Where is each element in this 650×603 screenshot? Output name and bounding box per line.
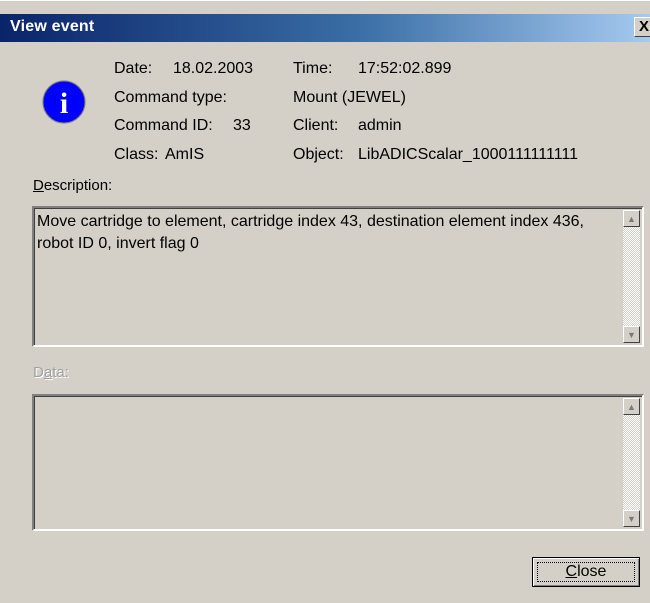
time-label: Time:: [293, 60, 333, 77]
command-id-label: Command ID:: [114, 117, 213, 134]
close-button-label: Close: [565, 563, 607, 580]
scroll-up-arrow-icon[interactable]: ▲: [623, 210, 640, 227]
scroll-down-arrow-icon[interactable]: ▼: [623, 326, 640, 343]
scroll-up-arrow-icon[interactable]: ▲: [623, 398, 640, 415]
command-id-value: 33: [233, 117, 251, 134]
scroll-down-arrow-icon[interactable]: ▼: [623, 510, 640, 527]
time-value: 17:52:02.899: [358, 60, 452, 77]
object-value: LibADICScalar_1000111111111: [358, 146, 579, 163]
object-label: Object:: [293, 146, 344, 163]
info-icon: i: [42, 80, 86, 124]
date-label: Date:: [114, 60, 153, 77]
client-value: admin: [358, 117, 402, 134]
class-value: AmIS: [165, 146, 205, 163]
client-label: Client:: [293, 117, 339, 134]
date-value: 18.02.2003: [173, 60, 254, 77]
data-textbox[interactable]: ▲ ▼: [32, 394, 644, 531]
close-window-button[interactable]: X: [634, 17, 650, 37]
view-event-dialog: View event X i Date: 18.02.2003 Command …: [0, 0, 650, 603]
data-label: Data:: [33, 364, 69, 381]
description-textbox[interactable]: Move cartridge to element, cartridge ind…: [32, 206, 644, 347]
window-title: View event: [10, 18, 95, 35]
data-scrollbar[interactable]: ▲ ▼: [623, 398, 640, 527]
command-type-value: Mount (JEWEL): [293, 89, 406, 106]
command-type-label: Command type:: [114, 89, 227, 106]
title-bar[interactable]: View event X: [0, 14, 650, 42]
class-label: Class:: [114, 146, 159, 163]
description-scrollbar[interactable]: ▲ ▼: [623, 210, 640, 343]
description-label: Description:: [33, 177, 113, 194]
info-glyph: i: [60, 87, 68, 120]
description-text: Move cartridge to element, cartridge ind…: [37, 213, 584, 252]
close-button[interactable]: Close: [532, 557, 640, 587]
